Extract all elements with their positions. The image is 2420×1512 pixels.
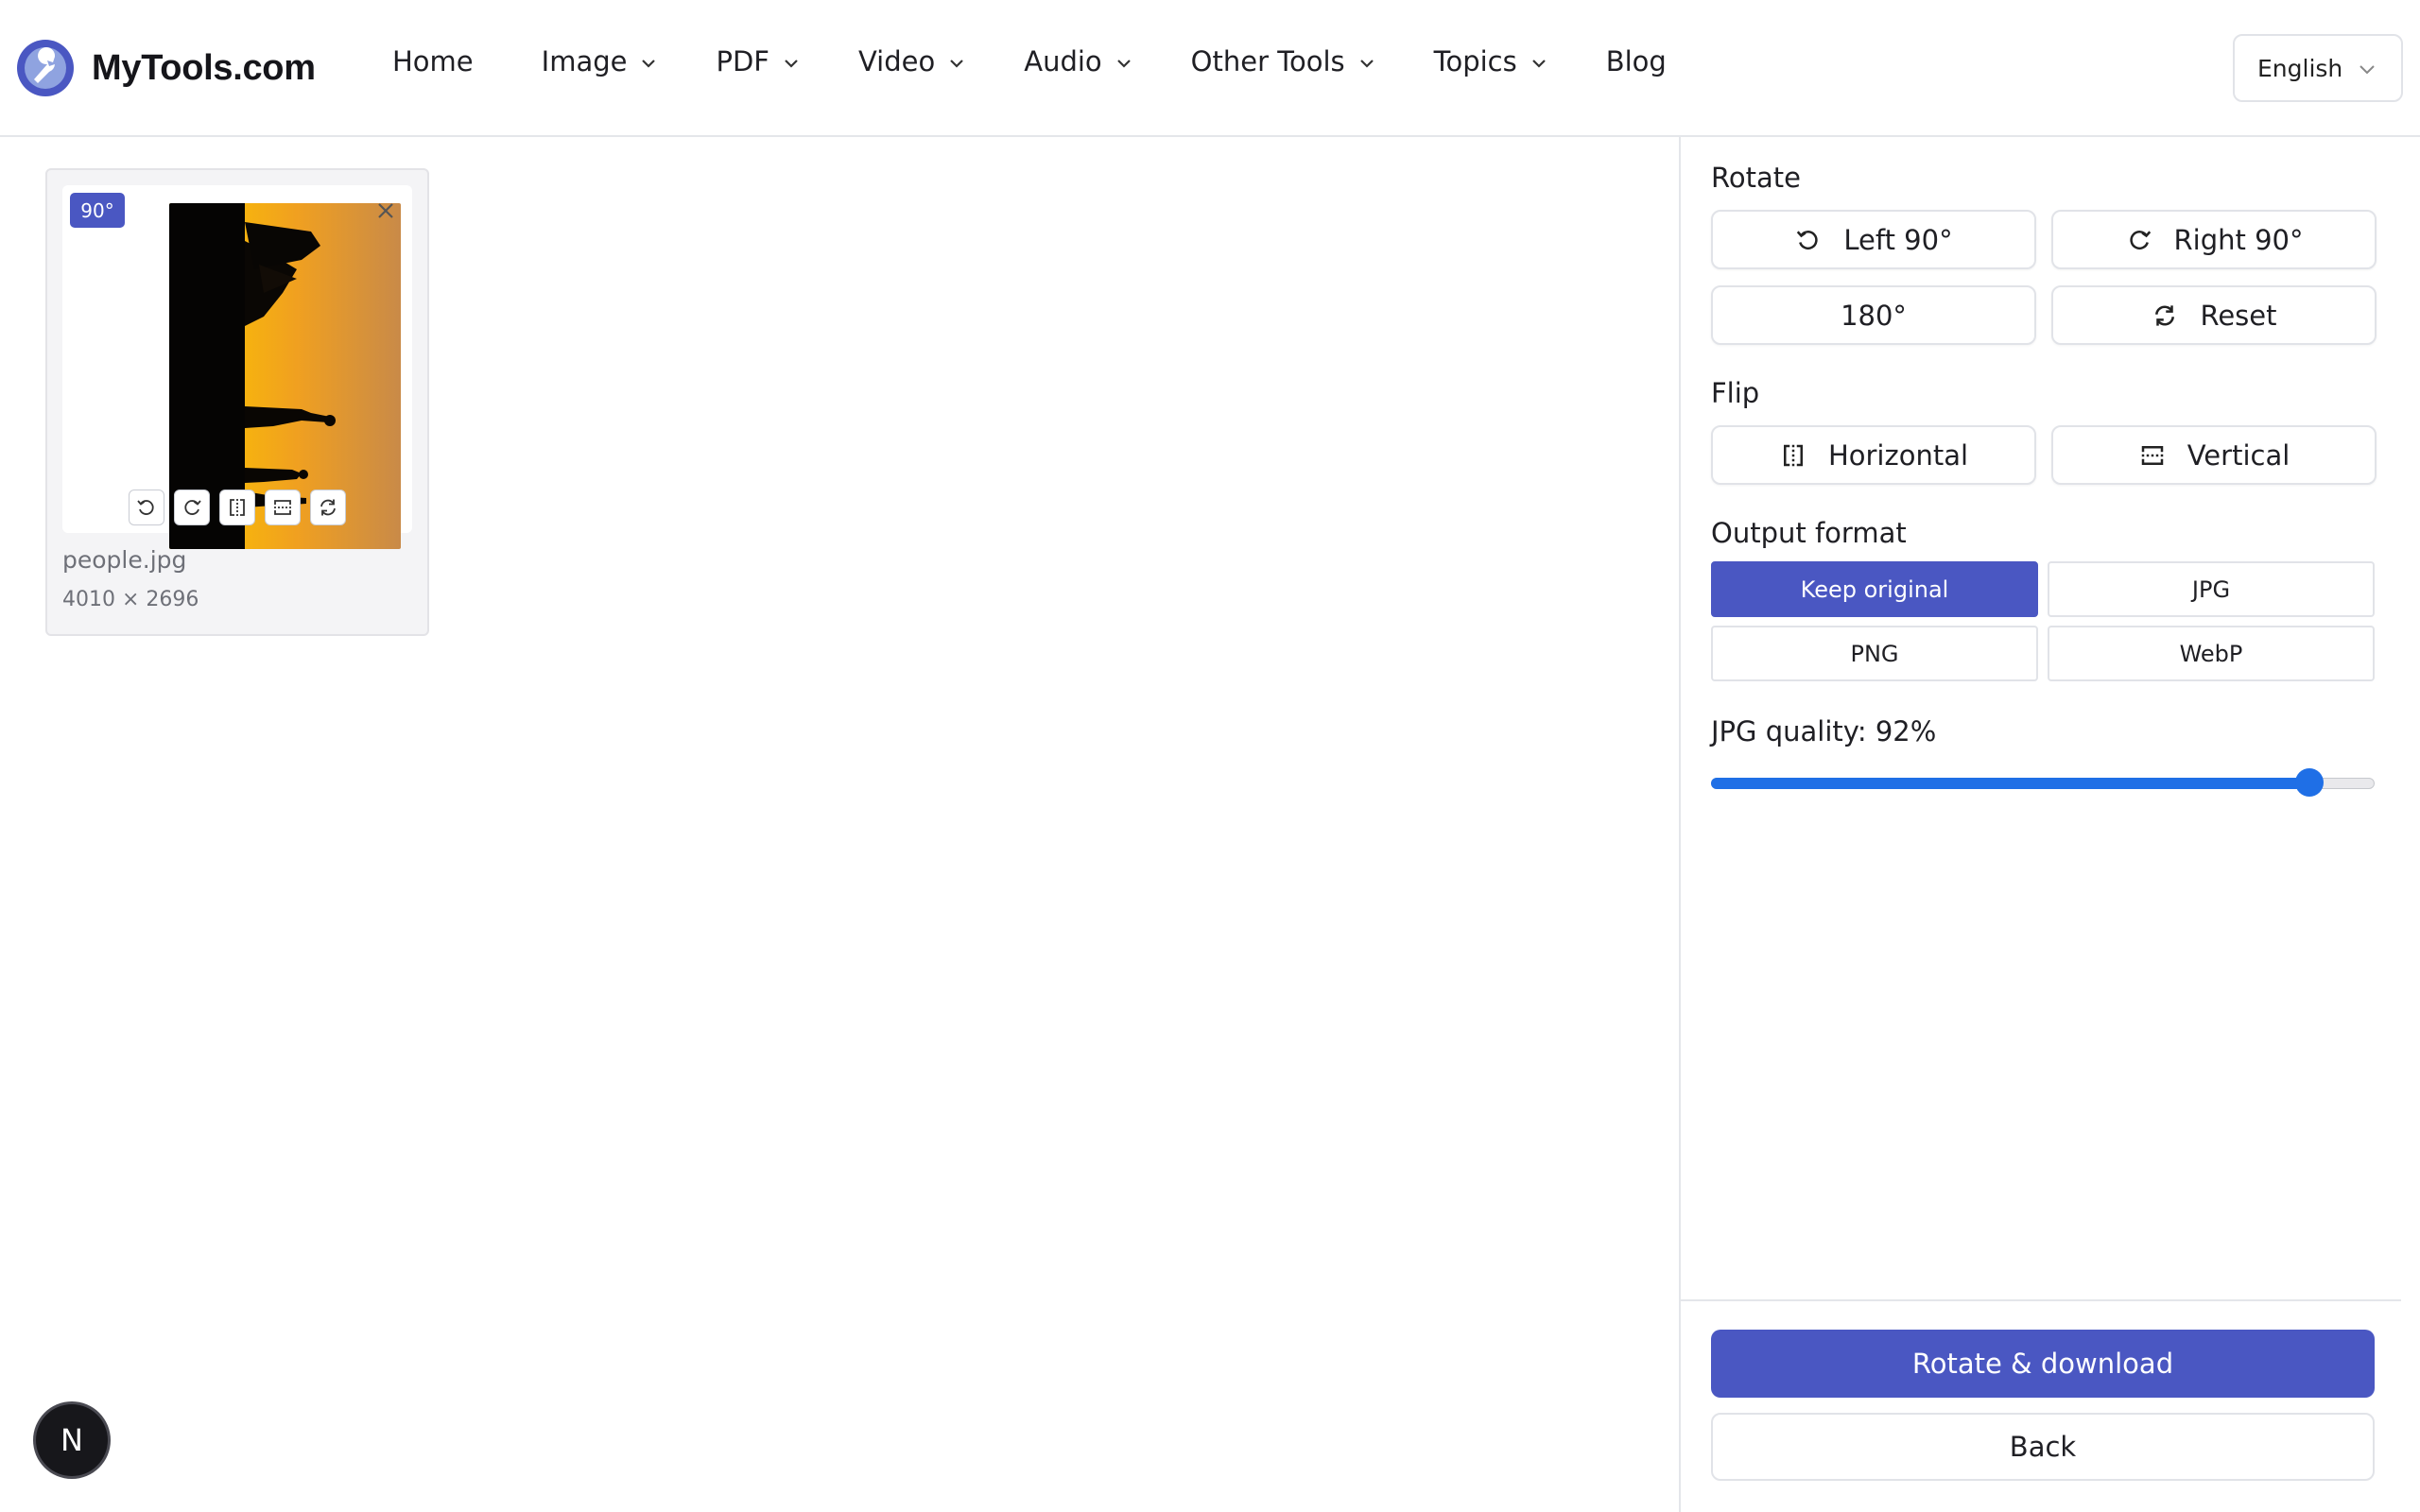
mini-rotate-right-button[interactable] — [174, 490, 210, 525]
nav-blog[interactable]: Blog — [1606, 45, 1667, 77]
rotate-right-icon — [184, 500, 201, 515]
fab-letter: N — [60, 1422, 83, 1458]
flip-horizontal-icon — [230, 499, 245, 516]
rotate-left-icon — [1797, 230, 1819, 249]
format-keep-original-label: Keep original — [1800, 576, 1949, 603]
rotate-right-icon — [2129, 230, 2151, 249]
options-panel: Rotate Left 90° Right 90° 180° Reset Fli… — [1679, 137, 2420, 1512]
format-png[interactable]: PNG — [1711, 626, 2038, 681]
nav-topics[interactable]: Topics — [1434, 45, 1547, 77]
format-jpg[interactable]: JPG — [2048, 561, 2375, 617]
nav-video-label: Video — [857, 45, 936, 77]
flip-horizontal-button[interactable]: Horizontal — [1711, 425, 2036, 485]
site-logo[interactable]: MyTools.com — [15, 38, 316, 98]
flip-section-label: Flip — [1711, 377, 1760, 409]
rotate-right-button[interactable]: Right 90° — [2051, 210, 2377, 269]
reset-label: Reset — [2200, 299, 2277, 332]
nav-pdf-label: PDF — [716, 45, 769, 77]
rotate-left-icon — [137, 500, 154, 515]
slider-fill — [1711, 778, 2310, 789]
file-name: people.jpg — [62, 546, 187, 574]
floating-action-button[interactable]: N — [36, 1404, 108, 1476]
flip-horizontal-label: Horizontal — [1827, 438, 1969, 472]
chevron-down-icon — [642, 60, 656, 68]
main-nav: Home Image PDF Video Audio Other Tools T… — [392, 45, 1667, 77]
rotate-download-button[interactable]: Rotate & download — [1711, 1330, 2375, 1398]
format-webp-label: WebP — [2179, 640, 2243, 667]
nav-home-label: Home — [392, 45, 474, 77]
nav-blog-label: Blog — [1605, 45, 1667, 77]
jpg-quality-label: JPG quality: 92% — [1711, 715, 1937, 747]
nav-other-tools[interactable]: Other Tools — [1191, 45, 1375, 77]
file-preview-area — [62, 185, 412, 549]
nav-audio[interactable]: Audio — [1024, 45, 1132, 77]
nav-image-label: Image — [541, 45, 628, 77]
reset-icon — [320, 499, 336, 516]
flip-vertical-button[interactable]: Vertical — [2051, 425, 2377, 485]
nav-topics-label: Topics — [1433, 45, 1517, 77]
chevron-down-icon — [785, 60, 798, 68]
logo-icon — [17, 40, 74, 96]
nav-home[interactable]: Home — [392, 45, 474, 77]
flip-vertical-label: Vertical — [2187, 438, 2290, 472]
file-dimensions: 4010 × 2696 — [62, 588, 199, 611]
chevron-down-icon — [2360, 65, 2375, 75]
mini-flip-horizontal-button[interactable] — [219, 490, 255, 525]
mini-reset-button[interactable] — [310, 490, 346, 525]
mini-flip-vertical-button[interactable] — [265, 490, 301, 525]
top-navbar: MyTools.com Home Image PDF Video Audio O… — [0, 0, 2420, 137]
reset-button[interactable]: Reset — [2051, 285, 2377, 345]
output-format-label: Output format — [1711, 517, 1907, 549]
rotate-180-label: 180° — [1841, 299, 1907, 332]
back-button[interactable]: Back — [1711, 1413, 2375, 1481]
brand-name: MyTools.com — [92, 47, 316, 88]
rotate-right-label: Right 90° — [2173, 223, 2304, 256]
nav-other-tools-label: Other Tools — [1190, 45, 1345, 77]
chevron-down-icon — [1359, 60, 1374, 68]
reset-icon — [2155, 304, 2175, 326]
panel-divider — [1681, 1299, 2401, 1301]
nav-video[interactable]: Video — [858, 45, 965, 77]
chevron-down-icon — [950, 60, 964, 68]
chevron-down-icon — [1116, 60, 1131, 68]
flip-vertical-icon — [274, 500, 291, 515]
flip-horizontal-icon — [1783, 444, 1803, 466]
chevron-down-icon — [1531, 60, 1546, 68]
mini-rotate-left-button[interactable] — [129, 490, 164, 525]
format-jpg-label: JPG — [2191, 576, 2231, 603]
format-keep-original[interactable]: Keep original — [1711, 561, 2038, 617]
rotate-section-label: Rotate — [1711, 162, 1801, 194]
rotate-180-button[interactable]: 180° — [1711, 285, 2036, 345]
jpg-quality-slider[interactable] — [1711, 765, 2375, 802]
close-icon[interactable] — [374, 199, 397, 222]
nav-image[interactable]: Image — [542, 45, 658, 77]
format-webp[interactable]: WebP — [2048, 626, 2375, 681]
slider-thumb[interactable] — [2295, 768, 2325, 797]
flip-vertical-icon — [2141, 445, 2163, 465]
format-png-label: PNG — [1850, 640, 1899, 667]
rotate-download-label: Rotate & download — [1911, 1348, 2174, 1380]
rotation-badge: 90° — [70, 193, 125, 228]
rotate-left-button[interactable]: Left 90° — [1711, 210, 2036, 269]
language-select[interactable]: English — [2233, 34, 2403, 102]
nav-pdf[interactable]: PDF — [716, 45, 800, 77]
back-label: Back — [2009, 1431, 2077, 1463]
language-value: English — [2257, 54, 2343, 82]
rotate-left-label: Left 90° — [1843, 223, 1953, 256]
image-quick-tools — [129, 490, 355, 525]
nav-audio-label: Audio — [1024, 45, 1102, 77]
